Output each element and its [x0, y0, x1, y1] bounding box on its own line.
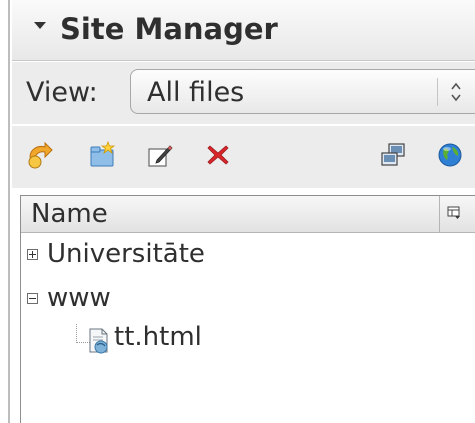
panel-title: Site Manager — [60, 12, 278, 46]
select-divider — [437, 78, 438, 106]
name-column-label: Name — [31, 199, 108, 229]
view-label: View: — [26, 77, 98, 108]
view-select[interactable]: All files — [130, 69, 475, 114]
site-toolbar — [12, 126, 475, 188]
edit-icon[interactable] — [146, 141, 174, 169]
new-folder-icon[interactable] — [88, 141, 116, 169]
sync-icon[interactable] — [379, 141, 407, 169]
column-chooser-icon[interactable] — [447, 206, 461, 220]
expand-plus-icon[interactable] — [27, 249, 38, 260]
panel-left-border — [8, 0, 10, 423]
updown-arrows-icon — [451, 82, 461, 102]
tree-item-label: www — [47, 283, 111, 313]
view-row: View: All files — [12, 62, 475, 124]
file-tree[interactable]: Name Universitāte www tt.html — [20, 195, 475, 423]
panel-header[interactable]: Site Manager — [12, 0, 475, 61]
collapse-minus-icon[interactable] — [27, 293, 38, 304]
tree-item-label: Universitāte — [47, 239, 205, 269]
publish-globe-icon[interactable] — [436, 141, 464, 169]
delete-icon[interactable] — [204, 141, 232, 169]
view-select-value: All files — [147, 77, 245, 108]
html-file-icon — [89, 328, 108, 354]
column-separator — [439, 196, 440, 232]
connect-icon[interactable] — [26, 141, 54, 169]
tree-file-label[interactable]: tt.html — [114, 322, 202, 352]
chevron-down-icon[interactable] — [34, 22, 46, 29]
tree-row-universitate[interactable]: Universitāte — [21, 236, 475, 276]
tree-row-www[interactable]: www — [21, 280, 475, 320]
name-column-header[interactable]: Name — [21, 196, 475, 233]
site-manager-panel: Site Manager View: All files Name Univer… — [0, 0, 475, 423]
